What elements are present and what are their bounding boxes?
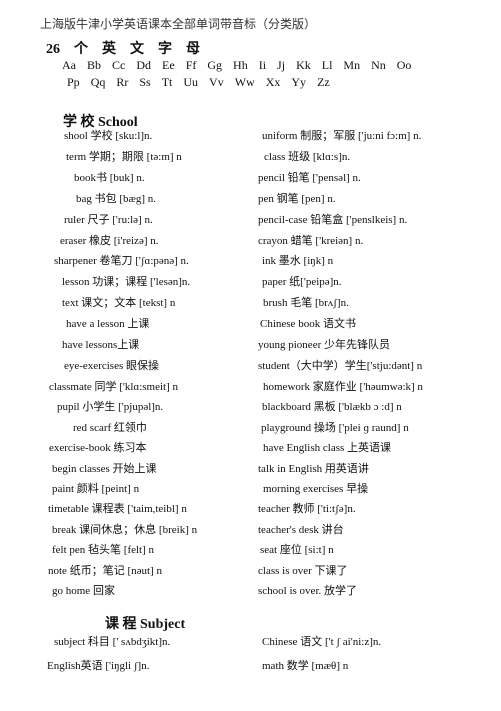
vocab-entry: eye-exercises 眼保操 — [64, 359, 159, 372]
vocab-entry: pencil-case 铅笔盒 ['penslkeis] n. — [258, 213, 408, 226]
alphabet-heading-part: 英 — [102, 42, 116, 57]
alphabet-letter: Kk — [296, 58, 311, 72]
vocab-entry: eraser 橡皮 [i'reizə] n. — [60, 234, 159, 247]
alphabet-letter: Mn — [343, 58, 361, 72]
document-title: 上海版牛津小学英语课本全部单词带音标（分类版） — [40, 17, 317, 31]
alphabet-heading-part: 母 — [186, 42, 200, 57]
vocab-entry: Chinese 语文 ['t ʃ ai'ni:z]n. — [262, 636, 382, 648]
vocab-entry: uniform 制服；军服 ['ju:ni fɔ:m] n. — [262, 130, 422, 142]
alphabet-letter: Nn — [371, 58, 386, 72]
vocab-entry: note 纸币；笔记 [nəut] n — [48, 564, 162, 577]
alphabet-heading-part: 26 — [46, 42, 60, 57]
alphabet-letter: Ww — [234, 75, 255, 89]
vocab-entry: English英语 ['iŋgli ʃ]n. — [47, 660, 150, 672]
vocab-entry: talk in English 用英语讲 — [258, 462, 369, 475]
alphabet-letter: Ii — [258, 58, 267, 72]
alphabet-letter: Cc — [112, 58, 126, 72]
alphabet-letter: Jj — [277, 58, 286, 72]
alphabet-letter: Rr — [116, 75, 129, 89]
alphabet-row-2: Pp Qq Rr Ss Tt Uu Vv Ww Xx Yy Zz — [67, 75, 341, 90]
vocab-entry: have English class 上英语课 — [263, 442, 392, 455]
alphabet-letter: Tt — [161, 75, 173, 89]
vocab-entry: class 班级 [klɑ:s]n. — [264, 150, 351, 163]
vocab-entry: brush 毛笔 [brʌʃ]n. — [263, 297, 349, 310]
vocab-entry: school is over. 放学了 — [258, 585, 357, 597]
vocab-entry: class is over 下课了 — [258, 564, 348, 577]
alphabet-letter: Ss — [139, 75, 151, 89]
alphabet-letter: Aa — [62, 58, 76, 72]
vocab-entry: term 学期；期限 [tə:m] n — [66, 150, 182, 163]
vocab-entry: teacher's desk 讲台 — [258, 523, 344, 536]
vocab-entry: classmate 同学 ['klɑ:smeit] n — [49, 381, 179, 393]
vocab-entry: seat 座位 [si:t] n — [260, 544, 334, 557]
alphabet-letter: Hh — [233, 58, 248, 72]
vocab-entry: subject 科目 [' sʌbdʒikt]n. — [54, 636, 171, 648]
vocab-entry: lesson 功课；课程 ['lesən]n. — [62, 276, 191, 289]
vocab-entry: blackboard 黑板 ['blækb ɔ :d] n — [262, 401, 402, 414]
alphabet-heading-part: 字 — [158, 42, 172, 57]
vocab-entry: timetable 课程表 ['taim,teibl] n — [48, 503, 187, 516]
alphabet-letter: Pp — [67, 75, 80, 89]
vocab-entry: Chinese book 语文书 — [260, 318, 356, 331]
vocab-entry: break 课间休息；休息 [breik] n — [52, 523, 198, 536]
vocab-entry: begin classes 开始上课 — [52, 462, 157, 475]
vocab-entry: felt pen 毡头笔 [felt] n — [52, 544, 155, 557]
vocab-entry: red scarf 红领巾 — [73, 421, 147, 434]
alphabet-letter: Ee — [162, 58, 175, 72]
vocab-entry: ink 墨水 [iŋk] n — [262, 255, 334, 268]
vocab-entry: student（大中学）学生['stju:dənt] n — [258, 359, 423, 372]
alphabet-heading: 26 个英文字母 — [46, 38, 214, 58]
alphabet-letter: Oo — [396, 58, 412, 72]
vocab-entry: morning exercises 早操 — [263, 483, 369, 495]
vocab-entry: pen 钢笔 [pen] n. — [258, 192, 336, 205]
alphabet-letter: Ff — [185, 58, 197, 72]
alphabet-letter: Dd — [136, 58, 152, 72]
section-heading-subject: 课 程 Subject — [105, 617, 186, 632]
vocab-entry: have a lesson 上课 — [66, 318, 150, 331]
alphabet-letter: Bb — [87, 58, 102, 72]
alphabet-heading-part: 文 — [130, 42, 144, 57]
vocab-entry: book书 [buk] n. — [74, 171, 145, 184]
vocab-entry: go home 回家 — [52, 585, 115, 597]
alphabet-heading-part: 个 — [74, 42, 88, 57]
vocab-entry: playground 操场 ['plei ɡ raund] n — [261, 421, 409, 434]
vocab-entry: pupil 小学生 ['pjupəl]n. — [57, 401, 164, 414]
vocab-entry: bag 书包 [bæg] n. — [76, 192, 157, 205]
vocab-entry: ruler 尺子 ['ru:lə] n. — [64, 213, 153, 226]
alphabet-letter: Gg — [207, 58, 223, 72]
vocab-entry: exercise-book 练习本 — [49, 442, 147, 455]
vocab-entry: math 数学 [mæθ] n — [262, 660, 349, 672]
vocab-entry: teacher 教师 ['ti:tʃə]n. — [258, 503, 356, 516]
vocab-entry: sharpener 卷笔刀 ['ʃɑ:pənə] n. — [54, 255, 189, 268]
alphabet-letter: Qq — [90, 75, 106, 89]
alphabet-row-1: Aa Bb Cc Dd Ee Ff Gg Hh Ii Jj Kk Ll Mn Nn Oo — [62, 58, 422, 73]
vocab-entry: paper 纸['peipə]n. — [262, 276, 342, 289]
alphabet-letter: Zz — [317, 75, 330, 89]
vocab-entry: text 课文；文本 [tekst] n — [62, 297, 176, 310]
vocab-entry: homework 家庭作业 ['həumwə:k] n — [263, 381, 423, 393]
section-heading-school: 学 校 School — [63, 115, 138, 130]
vocab-entry: crayon 蜡笔 ['kreiən] n. — [258, 234, 364, 247]
alphabet-letter: Vv — [209, 75, 224, 89]
vocab-entry: pencil 铅笔 ['pensəl] n. — [258, 171, 361, 184]
alphabet-letter: Uu — [183, 75, 199, 89]
vocab-entry: young pioneer 少年先锋队员 — [258, 339, 390, 351]
alphabet-letter: Xx — [265, 75, 281, 89]
alphabet-letter: Ll — [321, 58, 333, 72]
vocab-entry: have lessons上课 — [62, 339, 140, 351]
vocab-entry: shool 学校 [sku:l]n. — [64, 130, 153, 142]
vocab-entry: paint 颜料 [peint] n — [52, 483, 140, 495]
alphabet-letter: Yy — [291, 75, 307, 89]
